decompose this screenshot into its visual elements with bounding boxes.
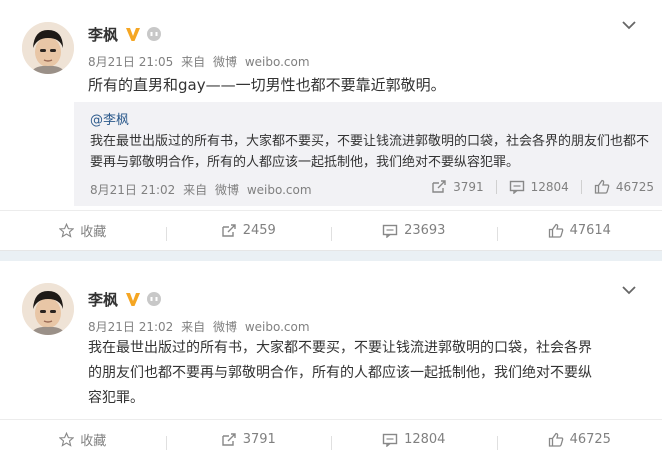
- post-date[interactable]: 8月21日 21:05: [88, 55, 173, 69]
- like-button[interactable]: 46725: [496, 432, 662, 450]
- post-source[interactable]: 微博: [213, 320, 237, 334]
- post-meta: 8月21日 21:05 来自 微博 weibo.com: [88, 53, 314, 70]
- repost-source-prefix: 来自: [183, 183, 208, 197]
- avatar[interactable]: [22, 22, 74, 74]
- source-prefix: 来自: [181, 55, 206, 69]
- comment-icon: [382, 224, 398, 238]
- post-text-line: 我在最世出版过的所有书，大家都不要买，不要让钱流进郭敬明的口袋，社会各界: [88, 340, 592, 356]
- like-count: 46725: [569, 432, 611, 447]
- share-icon: [222, 432, 236, 446]
- favorite-button[interactable]: 收藏: [0, 221, 166, 240]
- repost-date[interactable]: 8月21日 21:02: [90, 183, 175, 197]
- repost-share-count: 3791: [453, 179, 484, 194]
- repost-meta: 8月21日 21:02 来自 微博 weibo.com: [90, 181, 316, 198]
- repost-comment-count: 12804: [530, 179, 569, 194]
- divider: [580, 179, 582, 194]
- member-level-icon[interactable]: [146, 291, 162, 307]
- repost-comment-button[interactable]: 12804: [509, 180, 569, 194]
- post-meta: 8月21日 21:02 来自 微博 weibo.com: [88, 318, 314, 335]
- favorite-label: 收藏: [80, 434, 107, 449]
- comment-count: 12804: [404, 432, 446, 447]
- repost-share-button[interactable]: 3791: [431, 180, 484, 194]
- star-icon: [59, 223, 75, 238]
- repost-source[interactable]: 微博: [215, 183, 239, 197]
- member-level-icon[interactable]: [146, 26, 162, 42]
- verified-v-icon: [124, 25, 142, 43]
- source-site[interactable]: weibo.com: [245, 55, 310, 69]
- post-text-line: 的朋友们也都不要再与郭敬明合作，所有的人都应该一起抵制他，我们绝对不要纵: [88, 365, 592, 381]
- post-action-bar: 收藏 3791 12804 46725: [0, 419, 662, 455]
- avatar[interactable]: [22, 283, 74, 335]
- comment-count: 23693: [404, 223, 446, 238]
- verified-v-icon: [124, 290, 142, 308]
- favorite-label: 收藏: [80, 225, 107, 240]
- like-count: 47614: [569, 223, 611, 238]
- repost-count: 3791: [242, 432, 276, 447]
- comment-button[interactable]: 23693: [331, 223, 497, 241]
- post-text-line: 容犯罪。: [88, 390, 144, 406]
- repost-actions: 3791 12804 46725: [431, 179, 654, 194]
- share-icon: [222, 223, 236, 237]
- mention-link[interactable]: @李枫: [90, 113, 129, 128]
- post-text: 我在最世出版过的所有书，大家都不要买，不要让钱流进郭敬明的口袋，社会各界 的朋友…: [88, 336, 658, 411]
- chevron-down-icon[interactable]: [622, 285, 636, 295]
- repost-source-site[interactable]: weibo.com: [247, 183, 312, 197]
- post-date[interactable]: 8月21日 21:02: [88, 320, 173, 334]
- comment-icon: [382, 433, 398, 447]
- weibo-post-2: 李枫 8月21日 21:02 来自 微博 weibo.com 我在最世出版过的所…: [0, 261, 662, 455]
- post-text: 所有的直男和gay——一切男性也都不要靠近郭敬明。: [88, 76, 446, 94]
- repost-text-block: @李枫 我在最世出版过的所有书，大家都不要买，不要让钱流进郭敬明的口袋，社会各界…: [90, 110, 650, 173]
- feed-separator: [0, 251, 662, 261]
- like-button[interactable]: 47614: [496, 223, 662, 241]
- post-action-bar: 收藏 2459 23693 47614: [0, 210, 662, 250]
- source-prefix: 来自: [181, 320, 206, 334]
- repost-button[interactable]: 3791: [165, 432, 332, 450]
- author-name[interactable]: 李枫: [88, 289, 118, 310]
- repost-box[interactable]: @李枫 我在最世出版过的所有书，大家都不要买，不要让钱流进郭敬明的口袋，社会各界…: [74, 102, 662, 206]
- repost-like-count: 46725: [615, 179, 654, 194]
- repost-count: 2459: [242, 223, 276, 238]
- author-name[interactable]: 李枫: [88, 24, 118, 45]
- comment-button[interactable]: 12804: [331, 432, 497, 450]
- weibo-post-1: 李枫 8月21日 21:05 来自 微博 weibo.com 所有的直男和gay…: [0, 0, 662, 251]
- repost-text: 我在最世出版过的所有书，大家都不要买，不要让钱流进郭敬明的口袋，社会各界的朋友们…: [90, 134, 650, 170]
- thumbs-up-icon: [594, 179, 610, 194]
- divider: [495, 179, 497, 194]
- repost-button[interactable]: 2459: [165, 223, 332, 241]
- chevron-down-icon[interactable]: [622, 20, 636, 30]
- share-icon: [432, 179, 446, 193]
- favorite-button[interactable]: 收藏: [0, 430, 166, 449]
- repost-like-button[interactable]: 46725: [594, 179, 654, 194]
- source-site[interactable]: weibo.com: [245, 320, 310, 334]
- star-icon: [59, 432, 75, 447]
- thumbs-up-icon: [548, 223, 563, 238]
- comment-icon: [509, 180, 524, 194]
- post-source[interactable]: 微博: [213, 55, 237, 69]
- thumbs-up-icon: [548, 432, 563, 447]
